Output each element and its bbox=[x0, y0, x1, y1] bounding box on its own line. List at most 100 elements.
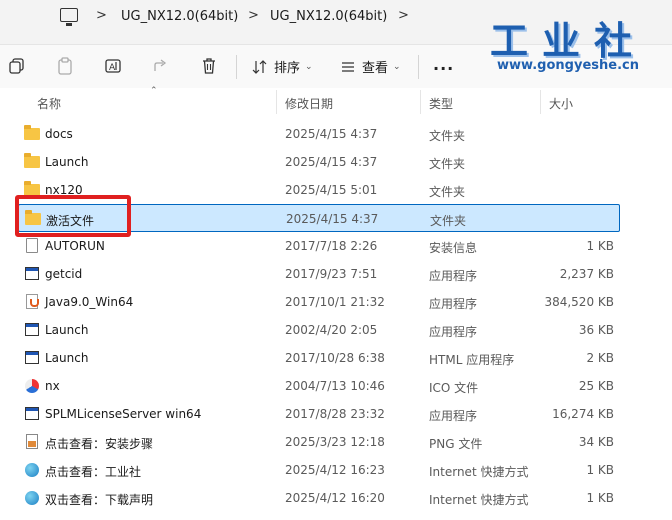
breadcrumb-chevron-icon: > bbox=[96, 8, 107, 23]
file-type: Internet 快捷方式 bbox=[429, 465, 529, 479]
file-size: 25 KB bbox=[578, 379, 614, 393]
app-icon bbox=[24, 322, 40, 338]
file-size: 1 KB bbox=[586, 463, 614, 477]
file-type: 应用程序 bbox=[429, 325, 478, 339]
column-header: ⌃ 名称 修改日期 类型 大小 bbox=[0, 86, 672, 116]
html-app-icon bbox=[24, 350, 40, 366]
rename-icon[interactable]: A bbox=[104, 57, 122, 75]
file-row[interactable]: 点击查看：工业社 2025/4/12 16:23 Internet 快捷方式 1 KB bbox=[18, 456, 620, 484]
file-row[interactable]: docs 2025/4/15 4:37 文件夹 bbox=[18, 120, 620, 148]
watermark-logo: 工业社 www.gongyeshe.cn bbox=[470, 10, 666, 80]
file-size: 16,274 KB bbox=[552, 407, 614, 421]
file-size: 1 KB bbox=[586, 239, 614, 253]
file-type: 应用程序 bbox=[429, 269, 478, 283]
file-size: 2 KB bbox=[586, 351, 614, 365]
file-name: Launch bbox=[45, 323, 89, 337]
app-icon bbox=[24, 406, 40, 422]
file-modified: 2025/4/15 4:37 bbox=[285, 127, 378, 141]
file-size: 36 KB bbox=[578, 323, 614, 337]
file-size: 384,520 KB bbox=[544, 295, 614, 309]
column-name[interactable]: 名称 bbox=[37, 95, 61, 112]
file-modified: 2025/4/12 16:23 bbox=[285, 463, 385, 477]
file-type: 文件夹 bbox=[429, 185, 466, 199]
file-type: 文件夹 bbox=[430, 214, 467, 228]
file-type: ICO 文件 bbox=[429, 381, 479, 395]
file-name: SPLMLicenseServer win64 bbox=[45, 407, 202, 421]
column-divider[interactable] bbox=[276, 90, 277, 114]
file-modified: 2017/8/28 23:32 bbox=[285, 407, 385, 421]
folder-icon bbox=[24, 125, 40, 142]
file-type: PNG 文件 bbox=[429, 437, 483, 451]
file-row[interactable]: SPLMLicenseServer win64 2017/8/28 23:32 应用… bbox=[18, 400, 620, 428]
file-row[interactable]: Launch 2025/4/15 4:37 文件夹 bbox=[18, 148, 620, 176]
file-row[interactable]: 点击查看：安装步骤 2025/3/23 12:18 PNG 文件 34 KB bbox=[18, 428, 620, 456]
breadcrumb-item-parent[interactable]: UG_NX12.0(64bit) bbox=[121, 9, 238, 24]
breadcrumb-item-current[interactable]: UG_NX12.0(64bit) bbox=[270, 9, 387, 24]
file-row[interactable]: Launch 2002/4/20 2:05 应用程序 36 KB bbox=[18, 316, 620, 344]
file-list: ⌃ 名称 修改日期 类型 大小 docs 2025/4/15 4:37 文件夹 Lau… bbox=[0, 86, 672, 520]
internet-shortcut-icon bbox=[24, 490, 40, 506]
this-pc-icon[interactable] bbox=[60, 8, 78, 26]
file-modified: 2025/3/23 12:18 bbox=[285, 435, 385, 449]
sort-button[interactable]: 排序 ⌄ bbox=[252, 57, 313, 76]
view-icon bbox=[342, 61, 354, 72]
column-modified[interactable]: 修改日期 bbox=[285, 95, 333, 112]
file-modified: 2025/4/12 16:20 bbox=[285, 491, 385, 505]
watermark-url: www.gongyeshe.cn bbox=[497, 58, 639, 73]
internet-shortcut-icon bbox=[24, 462, 40, 478]
file-modified: 2002/4/20 2:05 bbox=[285, 323, 378, 337]
file-modified: 2025/4/15 4:37 bbox=[286, 212, 379, 226]
breadcrumb-chevron-icon[interactable]: > bbox=[398, 8, 409, 23]
file-modified: 2017/10/28 6:38 bbox=[285, 351, 385, 365]
view-label: 查看 bbox=[362, 61, 389, 76]
file-row[interactable]: getcid 2017/9/23 7:51 应用程序 2,237 KB bbox=[18, 260, 620, 288]
breadcrumb-chevron-icon: > bbox=[248, 8, 259, 23]
file-modified: 2017/10/1 21:32 bbox=[285, 295, 385, 309]
file-modified: 2004/7/13 10:46 bbox=[285, 379, 385, 393]
java-icon bbox=[24, 294, 40, 310]
file-row[interactable]: Java9.0_Win64 2017/10/1 21:32 应用程序 384,520 … bbox=[18, 288, 620, 316]
chevron-down-icon: ⌄ bbox=[393, 61, 401, 72]
column-type[interactable]: 类型 bbox=[429, 95, 453, 112]
file-size: 34 KB bbox=[578, 435, 614, 449]
file-row[interactable]: 双击查看：下载声明 2025/4/12 16:20 Internet 快捷方式 1 K… bbox=[18, 484, 620, 512]
file-size: 2,237 KB bbox=[559, 267, 614, 281]
share-icon[interactable] bbox=[152, 57, 170, 75]
watermark-chinese: 工业社 bbox=[489, 19, 646, 63]
more-options-button[interactable]: ··· bbox=[433, 59, 454, 78]
file-row[interactable]: nx 2004/7/13 10:46 ICO 文件 25 KB bbox=[18, 372, 620, 400]
file-type: HTML 应用程序 bbox=[429, 353, 515, 367]
sort-icon bbox=[252, 59, 267, 74]
delete-icon[interactable] bbox=[200, 57, 218, 75]
file-name: docs bbox=[45, 127, 73, 141]
view-button[interactable]: 查看 ⌄ bbox=[340, 57, 401, 76]
file-type: 应用程序 bbox=[429, 297, 478, 311]
sort-label: 排序 bbox=[274, 61, 301, 76]
file-name: Launch bbox=[45, 155, 89, 169]
column-divider[interactable] bbox=[540, 90, 541, 114]
file-modified: 2025/4/15 5:01 bbox=[285, 183, 378, 197]
file-name: 双击查看：下载声明 bbox=[45, 493, 154, 507]
file-name: Launch bbox=[45, 351, 89, 365]
file-name: Java9.0_Win64 bbox=[45, 295, 134, 309]
file-modified: 2017/7/18 2:26 bbox=[285, 239, 378, 253]
file-modified: 2025/4/15 4:37 bbox=[285, 155, 378, 169]
file-name: nx bbox=[45, 379, 60, 393]
file-type: Internet 快捷方式 bbox=[429, 493, 529, 507]
file-type: 安装信息 bbox=[429, 241, 478, 255]
nx-logo-icon bbox=[24, 378, 40, 394]
file-type: 文件夹 bbox=[429, 157, 466, 171]
toolbar-divider bbox=[418, 55, 419, 79]
column-divider[interactable] bbox=[420, 90, 421, 114]
file-row[interactable]: Launch 2017/10/28 6:38 HTML 应用程序 2 KB bbox=[18, 344, 620, 372]
copy-icon[interactable] bbox=[8, 57, 26, 75]
file-name: getcid bbox=[45, 267, 83, 281]
toolbar-divider bbox=[236, 55, 237, 79]
folder-icon bbox=[24, 153, 40, 170]
paste-icon[interactable] bbox=[56, 57, 74, 75]
file-name: AUTORUN bbox=[45, 239, 105, 253]
png-icon bbox=[24, 434, 40, 450]
setup-info-icon bbox=[24, 238, 40, 254]
svg-text:A: A bbox=[109, 63, 116, 73]
column-size[interactable]: 大小 bbox=[549, 95, 573, 112]
